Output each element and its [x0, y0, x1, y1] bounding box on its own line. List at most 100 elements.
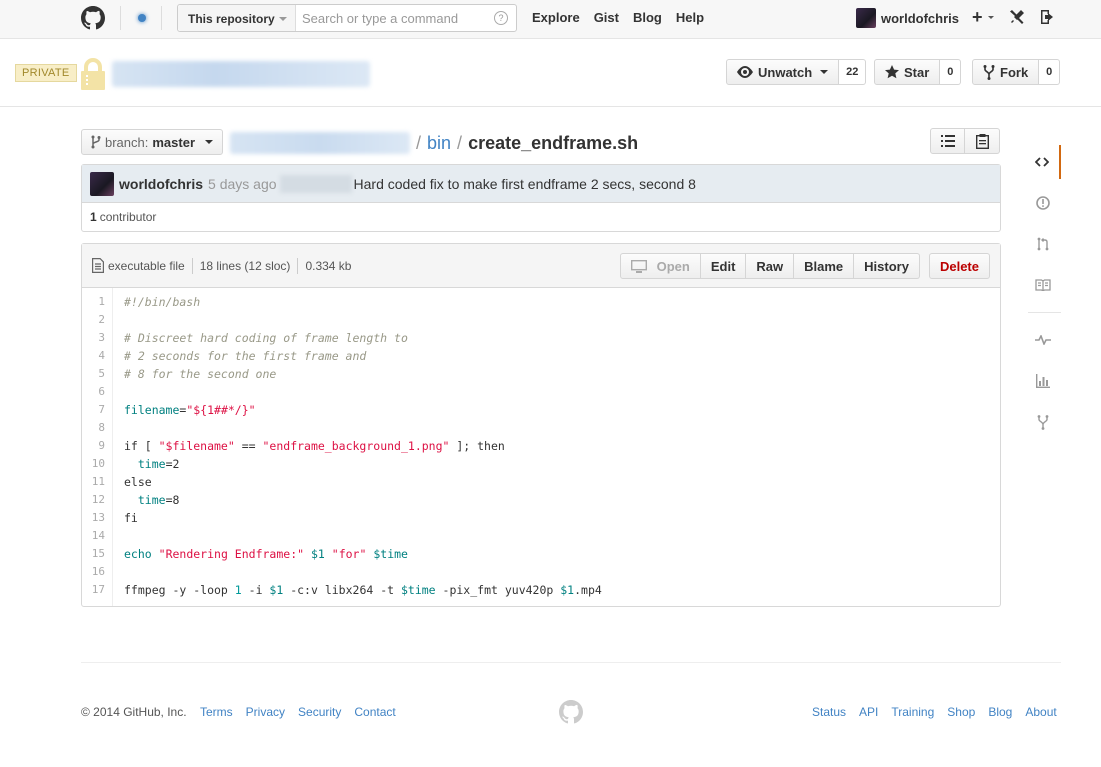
footer-link-api[interactable]: API — [859, 705, 878, 719]
footer-link-security[interactable]: Security — [298, 705, 341, 719]
line-number[interactable]: 3 — [82, 329, 105, 347]
divider — [191, 257, 193, 274]
divider — [297, 257, 299, 274]
code-token: if [ — [124, 439, 159, 453]
avatar[interactable] — [90, 171, 114, 196]
line-number[interactable]: 12 — [82, 491, 105, 509]
edit-button[interactable]: Edit — [700, 253, 747, 279]
footer-link-about[interactable]: About — [1025, 705, 1056, 719]
line-number[interactable]: 14 — [82, 527, 105, 545]
breadcrumb-repo-redacted[interactable] — [230, 132, 410, 154]
list-icon — [940, 135, 955, 147]
issues-icon — [1035, 196, 1050, 210]
eye-icon — [737, 66, 753, 78]
search-input[interactable] — [296, 5, 494, 31]
code-line: 13 fi — [82, 509, 1000, 527]
search-scope-select[interactable]: This repository — [178, 5, 296, 31]
line-number[interactable]: 11 — [82, 473, 105, 491]
line-number[interactable]: 2 — [82, 311, 105, 329]
fork-button[interactable]: Fork — [972, 59, 1040, 85]
file-list-button[interactable] — [930, 128, 965, 154]
sidebar-item-pull-requests[interactable] — [1024, 227, 1061, 261]
code-line: 9 if [ "$filename" == "endframe_backgroun… — [82, 437, 1000, 455]
sidebar-item-graphs[interactable] — [1024, 364, 1061, 398]
branch-icon — [91, 135, 101, 149]
line-number[interactable]: 17 — [82, 581, 105, 599]
code-token: # 8 for the second one — [124, 367, 277, 381]
line-content: time=2 — [124, 455, 180, 473]
code-token: $1 — [310, 547, 325, 561]
line-content: else — [124, 473, 152, 491]
fork-count[interactable]: 0 — [1039, 59, 1061, 85]
line-number[interactable]: 6 — [82, 383, 105, 401]
user-menu[interactable]: worldofchris — [856, 8, 959, 28]
branch-select[interactable]: branch: master — [81, 129, 224, 155]
nav-blog[interactable]: Blog — [633, 10, 662, 25]
footer-link-contact[interactable]: Contact — [354, 705, 395, 719]
code-token: =2 — [165, 457, 180, 471]
contributors-row[interactable]: 1 contributor — [82, 203, 1000, 231]
line-number[interactable]: 13 — [82, 509, 105, 527]
line-number[interactable]: 4 — [82, 347, 105, 365]
repo-header: PRIVATE Unwatch 22 Star 0 Fork 0 — [0, 39, 1101, 107]
footer-link-training[interactable]: Training — [891, 705, 934, 719]
nav-explore[interactable]: Explore — [532, 10, 580, 25]
line-number[interactable]: 10 — [82, 455, 105, 473]
wiki-icon — [1034, 279, 1051, 291]
github-logo-icon[interactable] — [81, 6, 105, 30]
nav-help[interactable]: Help — [676, 10, 704, 25]
commit-message-link[interactable]: Hard coded fix to make first endframe 2 … — [354, 176, 696, 192]
blame-button[interactable]: Blame — [794, 253, 855, 279]
caret-down-icon — [279, 17, 287, 21]
sign-out-icon[interactable] — [1039, 9, 1055, 25]
footer-link-status[interactable]: Status — [812, 705, 846, 719]
footer-link-shop[interactable]: Shop — [947, 705, 975, 719]
code-token: 1 — [234, 583, 242, 597]
username-link[interactable]: worldofchris — [881, 11, 959, 26]
line-content: echo "Rendering Endframe:" $1 "for" $tim… — [124, 545, 408, 563]
search-help-icon[interactable]: ? — [494, 11, 508, 25]
delete-button[interactable]: Delete — [928, 253, 990, 279]
line-number[interactable]: 8 — [82, 419, 105, 437]
code-token: "$filename" — [158, 439, 235, 453]
footer-link-privacy[interactable]: Privacy — [246, 705, 285, 719]
sidebar-item-wiki[interactable] — [1024, 268, 1061, 302]
sidebar-item-network[interactable] — [1024, 405, 1061, 439]
raw-button[interactable]: Raw — [746, 253, 795, 279]
footer-link-terms[interactable]: Terms — [200, 705, 233, 719]
code-icon — [1034, 157, 1049, 167]
commit-author-link[interactable]: worldofchris — [119, 176, 203, 192]
line-number[interactable]: 9 — [82, 437, 105, 455]
github-mark-icon[interactable] — [559, 700, 583, 724]
history-button[interactable]: History — [854, 253, 920, 279]
sidebar-item-code[interactable] — [1024, 145, 1061, 179]
footer-right-links: Status API Training Shop Blog About — [812, 705, 1057, 719]
line-content: ffmpeg -y -loop 1 -i $1 -c:v libx264 -t … — [124, 581, 602, 599]
footer-copyright: © 2014 GitHub, Inc. — [81, 705, 187, 719]
breadcrumb-dir-link[interactable]: bin — [427, 133, 451, 154]
line-number[interactable]: 1 — [82, 293, 105, 311]
footer-link-blog[interactable]: Blog — [988, 705, 1012, 719]
sidebar-item-issues[interactable] — [1024, 186, 1061, 220]
watch-count[interactable]: 22 — [839, 59, 867, 85]
sidebar-item-pulse[interactable] — [1024, 323, 1061, 357]
line-number[interactable]: 16 — [82, 563, 105, 581]
notifications-indicator[interactable] — [120, 6, 162, 30]
nav-gist[interactable]: Gist — [594, 10, 619, 25]
commit-sha-redacted — [279, 174, 352, 193]
code-token: "Rendering Endframe:" — [158, 547, 305, 561]
settings-tools-icon[interactable] — [1009, 9, 1025, 25]
star-button[interactable]: Star — [874, 59, 941, 85]
open-desktop-button[interactable]: Open — [619, 253, 701, 279]
line-number[interactable]: 7 — [82, 401, 105, 419]
star-count[interactable]: 0 — [940, 59, 962, 85]
commit-time: 5 days ago — [208, 175, 277, 192]
create-new-button[interactable]: + — [972, 7, 983, 28]
unread-dot-icon — [138, 14, 146, 22]
unwatch-button[interactable]: Unwatch — [726, 59, 840, 85]
line-number[interactable]: 5 — [82, 365, 105, 383]
copy-path-button[interactable] — [965, 128, 1000, 154]
line-number[interactable]: 15 — [82, 545, 105, 563]
